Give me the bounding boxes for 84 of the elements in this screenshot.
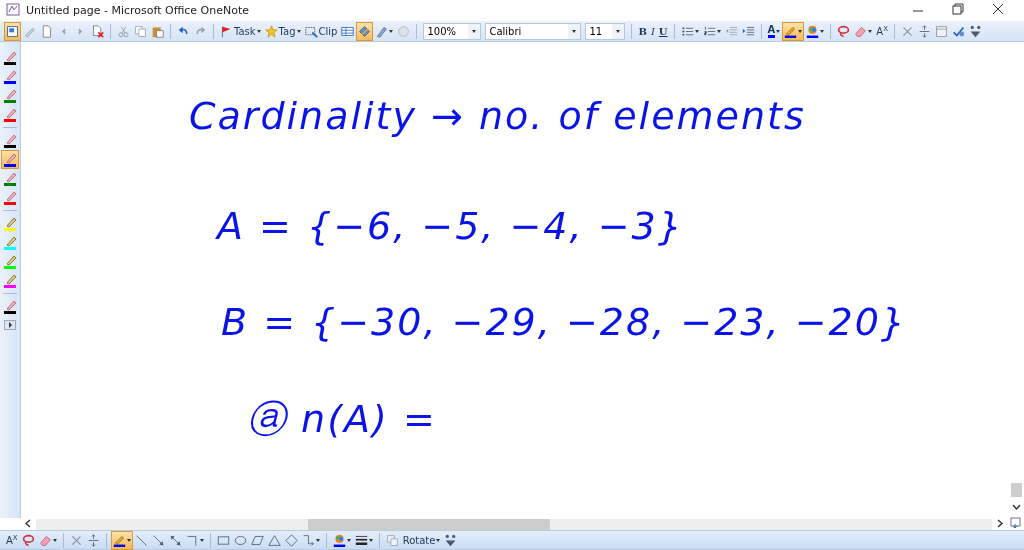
scissors-icon <box>117 24 130 38</box>
indent-icon <box>741 24 755 38</box>
caret-icon <box>716 29 721 33</box>
cross-icon <box>900 24 914 38</box>
handwritten-text: A = {−6, −5, −4, −3} <box>217 204 684 248</box>
triangle-icon <box>267 533 281 547</box>
caret-icon <box>256 29 261 33</box>
bullets-icon <box>680 24 694 38</box>
caret-icon <box>126 538 131 542</box>
page-view-icon <box>6 24 19 38</box>
caret-icon <box>472 29 477 33</box>
eraser-icon <box>854 24 868 38</box>
caret-icon <box>199 538 204 542</box>
star-icon <box>264 24 278 38</box>
new-page-icon <box>40 24 53 38</box>
caret-icon <box>820 29 825 33</box>
more-icon[interactable] <box>4 320 16 333</box>
caret-icon <box>798 29 803 33</box>
double-arrow-icon <box>168 533 182 547</box>
lasso-icon <box>837 24 851 38</box>
combo-box[interactable]: Calibri <box>485 22 582 40</box>
overflow-icon <box>968 24 982 38</box>
paste-icon <box>151 24 164 38</box>
format-button[interactable]: U <box>656 21 670 41</box>
page-view-button[interactable] <box>4 21 21 41</box>
text-size-button[interactable]: A$^{X}$ <box>4 530 20 550</box>
flag-dropdown[interactable]: Task <box>218 21 263 41</box>
highlighter-button[interactable] <box>782 21 805 41</box>
lasso-icon <box>21 533 35 547</box>
fill-color-icon <box>806 24 820 38</box>
insert-space-icon <box>86 533 100 547</box>
connector-icon <box>301 533 315 547</box>
rectangle-icon <box>216 533 230 547</box>
caret-icon <box>694 29 699 33</box>
handwritten-text: ⓐ n(A) = <box>247 396 437 443</box>
caret-icon <box>296 29 301 33</box>
scroll-thumb[interactable] <box>308 518 550 530</box>
insert-space-icon <box>917 24 931 38</box>
table-icon <box>341 24 355 38</box>
disabled-circle-icon <box>397 24 411 38</box>
handwritten-text: B = {−30, −29, −28, −23, −20} <box>221 300 908 344</box>
duplicate-icon <box>385 533 399 547</box>
caret-icon <box>616 29 621 33</box>
caret-icon <box>868 29 873 33</box>
spelling-icon <box>951 24 965 38</box>
clip-icon <box>304 24 318 38</box>
diamond-icon <box>284 533 298 547</box>
line-weight-icon <box>354 533 368 547</box>
caret-icon <box>52 538 57 542</box>
caret-icon <box>368 538 373 542</box>
outdent-icon <box>724 24 738 38</box>
star-dropdown[interactable]: Tag <box>262 21 303 41</box>
handwritten-text: Cardinality → no. of elements <box>189 94 806 138</box>
combo-box[interactable]: 11 <box>585 22 626 40</box>
dropdown-button[interactable]: Rotate <box>400 530 443 550</box>
delete-page-icon <box>91 24 104 38</box>
scroll-thumb[interactable] <box>1010 483 1022 497</box>
arrow-line-icon <box>151 533 165 547</box>
text-size-button[interactable]: A$^{X}$ <box>874 21 890 41</box>
cross-icon <box>69 533 83 547</box>
overflow-icon <box>444 533 458 547</box>
format-button[interactable]: B <box>636 21 649 41</box>
caret-icon <box>436 538 441 542</box>
page-icon <box>934 24 948 38</box>
parallelogram-icon <box>250 533 264 547</box>
fill-color-icon <box>332 533 346 547</box>
caret-icon <box>346 538 351 542</box>
window-title: Untitled page - Microsoft Office OneNote <box>26 4 251 17</box>
line-icon <box>134 533 148 547</box>
copy-icon <box>134 24 147 38</box>
clip-button[interactable]: Clip <box>302 21 340 41</box>
highlighter-icon <box>112 533 126 547</box>
highlighter-icon <box>784 24 798 38</box>
caret-icon <box>315 538 320 542</box>
highlighter-button[interactable] <box>110 530 133 550</box>
combo-box[interactable]: 100% <box>423 22 482 40</box>
format-button[interactable]: I <box>648 21 657 41</box>
pen-tool-icon <box>375 24 389 38</box>
ellipse-icon <box>233 533 247 547</box>
eraser-icon <box>38 533 52 547</box>
caret-icon <box>389 29 394 33</box>
caret-icon <box>572 29 577 33</box>
numbering-icon <box>702 24 716 38</box>
elbow-line-icon <box>185 533 199 547</box>
